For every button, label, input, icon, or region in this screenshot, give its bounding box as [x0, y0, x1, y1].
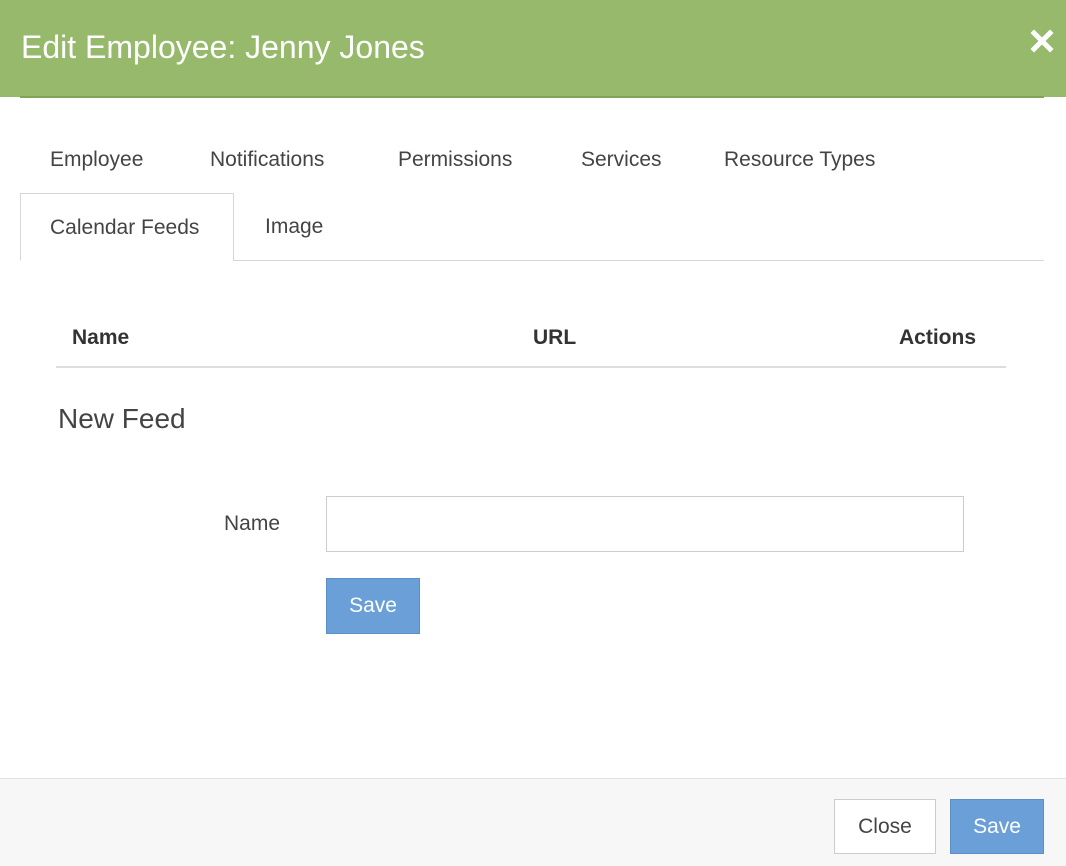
modal-footer: Close Save — [0, 778, 1066, 866]
column-header-url: URL — [533, 326, 577, 349]
column-header-name: Name — [72, 326, 130, 349]
modal-header: Edit Employee: Jenny Jones — [0, 0, 1066, 97]
close-button[interactable]: Close — [834, 799, 936, 854]
tab-resource-types[interactable]: Resource Types — [724, 126, 875, 194]
new-feed-title: New Feed — [58, 403, 186, 434]
close-x-icon[interactable] — [1028, 27, 1056, 55]
close-x-icon-glyph — [1030, 29, 1054, 53]
save-button[interactable]: Save — [950, 799, 1044, 854]
tab-calendar-feeds[interactable]: Calendar Feeds — [20, 193, 234, 261]
tab-services[interactable]: Services — [581, 126, 662, 194]
table-header-divider — [56, 366, 1006, 368]
tabs-bottom-border — [233, 260, 1044, 261]
tab-image[interactable]: Image — [265, 193, 323, 261]
tabs-row-1: Employee Notifications Permissions Servi… — [20, 126, 1044, 194]
column-header-actions: Actions — [899, 326, 977, 349]
header-divider — [20, 96, 1044, 98]
tab-permissions[interactable]: Permissions — [398, 126, 512, 194]
tab-notifications[interactable]: Notifications — [210, 126, 324, 194]
name-field-label: Name — [224, 512, 281, 535]
tabs-row-2: Calendar Feeds Image — [20, 193, 1044, 261]
name-input[interactable] — [326, 496, 964, 552]
edit-employee-modal: Edit Employee: Jenny Jones Employee Noti… — [0, 0, 1066, 866]
save-feed-button[interactable]: Save — [326, 578, 420, 634]
modal-title: Edit Employee: Jenny Jones — [21, 29, 425, 65]
tab-employee[interactable]: Employee — [50, 126, 143, 194]
